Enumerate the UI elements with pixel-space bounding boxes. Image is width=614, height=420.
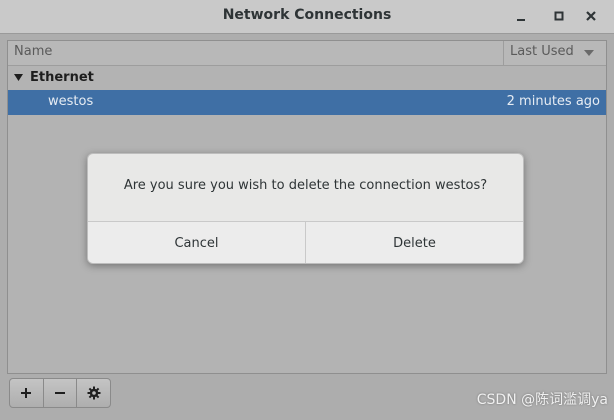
delete-button[interactable]: Delete: [305, 222, 523, 263]
column-separator: [503, 41, 504, 65]
close-icon[interactable]: [583, 8, 599, 24]
expander-down-icon[interactable]: [14, 74, 23, 82]
dialog-actions: Cancel Delete: [88, 221, 523, 263]
add-icon: [21, 388, 32, 398]
add-connection-button[interactable]: [10, 379, 44, 407]
cancel-button[interactable]: Cancel: [88, 222, 305, 263]
group-label: Ethernet: [30, 70, 94, 85]
connection-last-used: 2 minutes ago: [506, 94, 600, 109]
delete-confirmation-dialog: Are you sure you wish to delete the conn…: [87, 153, 524, 264]
sort-descending-icon[interactable]: [584, 50, 594, 56]
remove-icon: [55, 392, 65, 394]
connection-name: westos: [48, 94, 94, 109]
group-row-ethernet[interactable]: Ethernet: [8, 66, 606, 90]
column-header-name[interactable]: Name: [14, 44, 52, 59]
watermark: CSDN @陈词滥调ya: [476, 392, 608, 408]
column-header-last-used[interactable]: Last Used: [510, 44, 574, 59]
connection-row-westos[interactable]: westos 2 minutes ago: [8, 90, 606, 115]
minimize-icon[interactable]: [513, 8, 529, 24]
title-bar: Network Connections: [0, 0, 614, 34]
maximize-icon[interactable]: [551, 8, 567, 24]
dialog-message: Are you sure you wish to delete the conn…: [123, 178, 488, 193]
network-connections-window: Network Connections Name Last Used Ether…: [0, 0, 614, 420]
gear-icon: [87, 386, 101, 400]
column-header: Name Last Used: [8, 41, 606, 66]
remove-connection-button[interactable]: [44, 379, 78, 407]
toolbar-button-group: [9, 378, 111, 408]
edit-connection-button[interactable]: [77, 379, 110, 407]
